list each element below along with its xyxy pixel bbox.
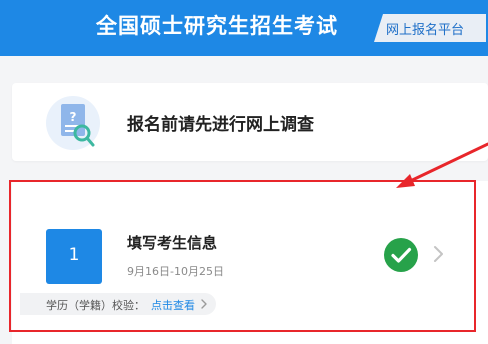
platform-tag: 网上报名平台 [386,23,465,38]
step-date-range: 9月16日-10月25日 [127,265,224,278]
step-number: 1 [68,245,80,265]
red-arrow-icon [396,142,488,188]
education-verify-bar: 学历（学籍）校验： 点击查看 [20,293,216,315]
chevron-right-icon[interactable] [432,245,444,263]
svg-text:?: ? [70,110,77,124]
step-title: 填写考生信息 [127,234,218,252]
document-search-icon: ? [46,96,100,150]
page-title: 全国硕士研究生招生考试 [96,14,338,38]
survey-prompt: 报名前请先进行网上调查 [127,115,314,135]
chevron-right-small-icon [201,299,207,309]
check-circle-icon [384,238,418,272]
verify-label: 学历（学籍）校验： [46,299,145,312]
verify-link[interactable]: 点击查看 [151,297,195,313]
step-number-badge: 1 [46,229,102,284]
